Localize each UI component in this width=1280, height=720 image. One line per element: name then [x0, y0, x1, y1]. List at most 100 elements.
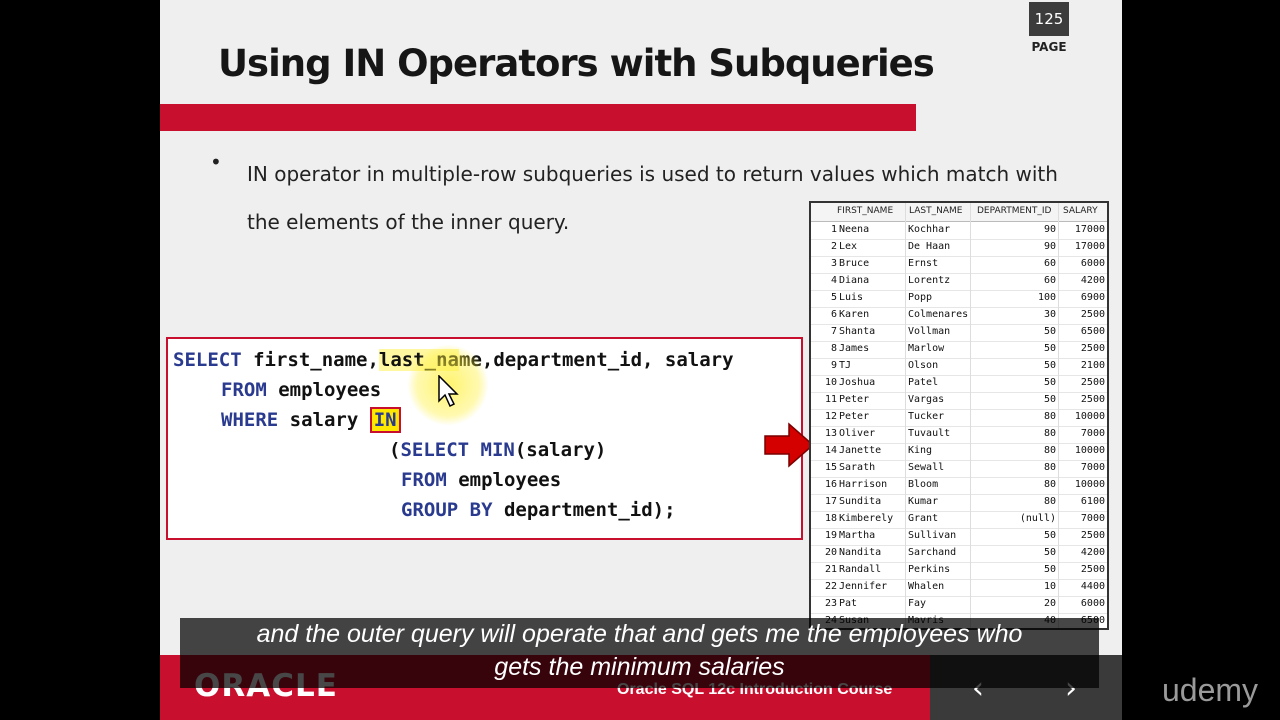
- title-underline-bar: [160, 104, 916, 131]
- cell-last-name: Patel: [908, 377, 939, 388]
- slide-title: Using IN Operators with Subqueries: [218, 42, 935, 85]
- cell-salary: 6500: [1080, 326, 1105, 337]
- cell-last-name: Whalen: [908, 581, 945, 592]
- cell-first-name: Oliver: [839, 428, 876, 439]
- cell-first-name: Shanta: [839, 326, 876, 337]
- in-operator-highlight: IN: [369, 407, 401, 433]
- table-row[interactable]: 18 Kimberely Grant (null) 7000: [811, 511, 1107, 529]
- table-row[interactable]: 19 Martha Sullivan 50 2500: [811, 528, 1107, 546]
- row-number: 12: [824, 411, 837, 422]
- cell-salary: 6100: [1080, 496, 1105, 507]
- cell-department-id: 50: [1043, 360, 1056, 371]
- cell-first-name: Peter: [839, 394, 870, 405]
- row-number: 13: [824, 428, 837, 439]
- cell-last-name: Sullivan: [908, 530, 957, 541]
- row-number: 17: [824, 496, 837, 507]
- table-row[interactable]: 16 Harrison Bloom 80 10000: [811, 477, 1107, 495]
- row-number: 3: [830, 258, 837, 269]
- cell-department-id: 100: [1037, 292, 1056, 303]
- page-number-badge: 125: [1029, 2, 1069, 36]
- table-row[interactable]: 23 Pat Fay 20 6000: [811, 596, 1107, 614]
- table-row[interactable]: 2 Lex De Haan 90 17000: [811, 239, 1107, 257]
- slide: 125 PAGE Using IN Operators with Subquer…: [160, 0, 1122, 720]
- table-row[interactable]: 5 Luis Popp 100 6900: [811, 290, 1107, 308]
- row-number: 23: [824, 598, 837, 609]
- column-header[interactable]: SALARY: [1063, 206, 1098, 216]
- table-row[interactable]: 15 Sarath Sewall 80 7000: [811, 460, 1107, 478]
- row-number: 1: [830, 224, 837, 235]
- cell-department-id: 50: [1043, 343, 1056, 354]
- subtitle-line-2: gets the minimum salaries: [494, 653, 785, 681]
- cell-last-name: Sewall: [908, 462, 945, 473]
- table-row[interactable]: 4 Diana Lorentz 60 4200: [811, 273, 1107, 291]
- code-keyword: SELECT MIN: [400, 439, 515, 461]
- cell-salary: 4400: [1080, 581, 1105, 592]
- cell-salary: 4200: [1080, 275, 1105, 286]
- code-text: employees: [266, 379, 382, 401]
- table-row[interactable]: 21 Randall Perkins 50 2500: [811, 562, 1107, 580]
- cell-first-name: Janette: [839, 445, 882, 456]
- mouse-pointer-icon: [438, 375, 459, 408]
- cell-department-id: 50: [1043, 547, 1056, 558]
- column-header[interactable]: DEPARTMENT_ID: [977, 206, 1052, 216]
- table-row[interactable]: 1 Neena Kochhar 90 17000: [811, 222, 1107, 240]
- cell-department-id: 10: [1043, 581, 1056, 592]
- cell-first-name: Kimberely: [839, 513, 894, 524]
- cell-salary: 6900: [1080, 292, 1105, 303]
- code-text: (salary): [514, 439, 607, 461]
- cell-department-id: 30: [1043, 309, 1056, 320]
- column-header[interactable]: LAST_NAME: [909, 206, 962, 216]
- table-row[interactable]: 14 Janette King 80 10000: [811, 443, 1107, 461]
- cell-last-name: Tuvault: [908, 428, 951, 439]
- cell-last-name: King: [908, 445, 933, 456]
- column-divider: [970, 203, 971, 628]
- row-number: 14: [824, 445, 837, 456]
- code-text: first_name,: [241, 349, 379, 371]
- cell-salary: 17000: [1074, 224, 1105, 235]
- table-row[interactable]: 11 Peter Vargas 50 2500: [811, 392, 1107, 410]
- row-number: 8: [830, 343, 837, 354]
- table-row[interactable]: 3 Bruce Ernst 60 6000: [811, 256, 1107, 274]
- cell-first-name: Randall: [839, 564, 882, 575]
- row-number: 15: [824, 462, 837, 473]
- cell-last-name: Perkins: [908, 564, 951, 575]
- table-row[interactable]: 10 Joshua Patel 50 2500: [811, 375, 1107, 393]
- cell-last-name: Kochhar: [908, 224, 951, 235]
- cell-first-name: Nandita: [839, 547, 882, 558]
- table-row[interactable]: 9 TJ Olson 50 2100: [811, 358, 1107, 376]
- row-number: 2: [830, 241, 837, 252]
- code-keyword: SELECT: [173, 349, 242, 371]
- table-row[interactable]: 6 Karen Colmenares 30 2500: [811, 307, 1107, 325]
- column-divider: [905, 203, 906, 628]
- table-row[interactable]: 7 Shanta Vollman 50 6500: [811, 324, 1107, 342]
- sql-code-box: SELECT first_name,last_name,department_i…: [166, 337, 803, 540]
- cell-salary: 2500: [1080, 394, 1105, 405]
- table-row[interactable]: 12 Peter Tucker 80 10000: [811, 409, 1107, 427]
- cell-department-id: 50: [1043, 326, 1056, 337]
- cell-last-name: Popp: [908, 292, 933, 303]
- cell-last-name: Vollman: [908, 326, 951, 337]
- cell-department-id: 80: [1043, 479, 1056, 490]
- cell-first-name: Sarath: [839, 462, 876, 473]
- table-row[interactable]: 20 Nandita Sarchand 50 4200: [811, 545, 1107, 563]
- page-label: PAGE: [1031, 40, 1067, 54]
- code-line-5: FROM employees: [401, 469, 561, 491]
- cell-salary: 10000: [1074, 445, 1105, 456]
- cell-department-id: 60: [1043, 275, 1056, 286]
- cell-first-name: Luis: [839, 292, 864, 303]
- table-row[interactable]: 13 Oliver Tuvault 80 7000: [811, 426, 1107, 444]
- cell-salary: 2500: [1080, 564, 1105, 575]
- table-row[interactable]: 22 Jennifer Whalen 10 4400: [811, 579, 1107, 597]
- column-header[interactable]: FIRST_NAME: [837, 206, 893, 216]
- cell-department-id: 80: [1043, 496, 1056, 507]
- table-row[interactable]: 17 Sundita Kumar 80 6100: [811, 494, 1107, 512]
- cell-salary: 6000: [1080, 258, 1105, 269]
- table-row[interactable]: 8 James Marlow 50 2500: [811, 341, 1107, 359]
- cell-department-id: 80: [1043, 462, 1056, 473]
- cell-first-name: Martha: [839, 530, 876, 541]
- code-text: employees: [446, 469, 562, 491]
- red-arrow-icon: [764, 422, 815, 468]
- row-number: 6: [830, 309, 837, 320]
- row-number: 5: [830, 292, 837, 303]
- row-number: 10: [824, 377, 837, 388]
